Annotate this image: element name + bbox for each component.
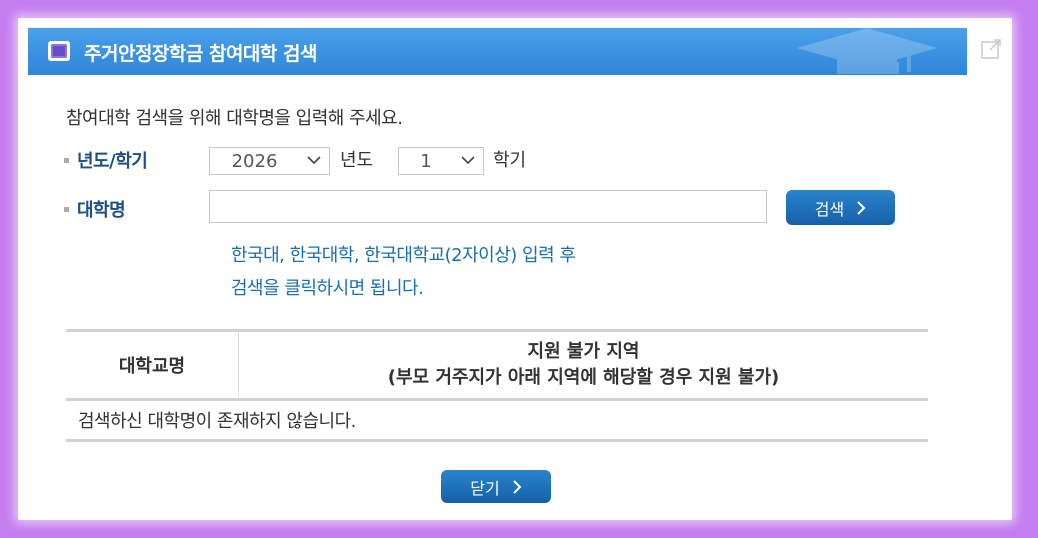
col-region-header-line2: (부모 거주지가 아래 지역에 해당할 경우 지원 불가) bbox=[387, 367, 780, 388]
title-bar: 주거안정장학금 참여대학 검색 bbox=[28, 28, 967, 75]
bullet-icon bbox=[64, 157, 69, 163]
year-select[interactable]: 2026 bbox=[209, 147, 330, 175]
col-univ-header: 대학교명 bbox=[66, 332, 239, 398]
chevron-down-icon bbox=[307, 156, 321, 165]
search-button-label: 검색 bbox=[814, 199, 845, 219]
univ-name-input[interactable] bbox=[209, 190, 767, 223]
term-select[interactable]: 1 bbox=[398, 147, 484, 175]
term-suffix: 학기 bbox=[493, 150, 527, 171]
popup-window: 주거안정장학금 참여대학 검색 참여대학 검색을 위해 대학명을 입력해 주세요… bbox=[18, 18, 1012, 520]
univ-label: 대학명 bbox=[64, 196, 126, 222]
univ-label-text: 대학명 bbox=[77, 200, 126, 221]
term-select-value: 1 bbox=[420, 151, 432, 172]
hint-line-2: 검색을 클릭하시면 됩니다. bbox=[231, 278, 424, 299]
hint-line-1: 한국대, 한국대학, 한국대학교(2자이상) 입력 후 bbox=[231, 245, 576, 266]
table-row: 검색하신 대학명이 존재하지 않습니다. bbox=[66, 401, 928, 442]
col-region-header: 지원 불가 지역 (부모 거주지가 아래 지역에 해당할 경우 지원 불가) bbox=[239, 332, 928, 398]
col-region-header-line1: 지원 불가 지역 bbox=[527, 341, 640, 362]
year-term-label: 년도/학기 bbox=[64, 147, 148, 173]
year-suffix: 년도 bbox=[340, 150, 374, 171]
external-link-icon[interactable] bbox=[980, 38, 1002, 60]
intro-text: 참여대학 검색을 위해 대학명을 입력해 주세요. bbox=[66, 108, 403, 129]
dialog-title: 주거안정장학금 참여대학 검색 bbox=[84, 43, 317, 65]
close-button-label: 닫기 bbox=[470, 478, 500, 498]
result-table: 대학교명 지원 불가 지역 (부모 거주지가 아래 지역에 해당할 경우 지원 … bbox=[66, 329, 928, 442]
graduation-cap-decoration-icon bbox=[797, 28, 937, 74]
search-button[interactable]: 검색 bbox=[786, 190, 895, 225]
table-header: 대학교명 지원 불가 지역 (부모 거주지가 아래 지역에 해당할 경우 지원 … bbox=[66, 332, 928, 401]
empty-message: 검색하신 대학명이 존재하지 않습니다. bbox=[78, 411, 356, 432]
chevron-down-icon bbox=[461, 156, 475, 165]
year-select-value: 2026 bbox=[231, 151, 278, 172]
chevron-right-icon bbox=[513, 479, 522, 494]
chevron-right-icon bbox=[857, 200, 866, 215]
bullet-icon bbox=[64, 206, 69, 212]
window-icon bbox=[48, 41, 70, 61]
close-button[interactable]: 닫기 bbox=[441, 470, 551, 503]
year-term-label-text: 년도/학기 bbox=[77, 151, 148, 172]
